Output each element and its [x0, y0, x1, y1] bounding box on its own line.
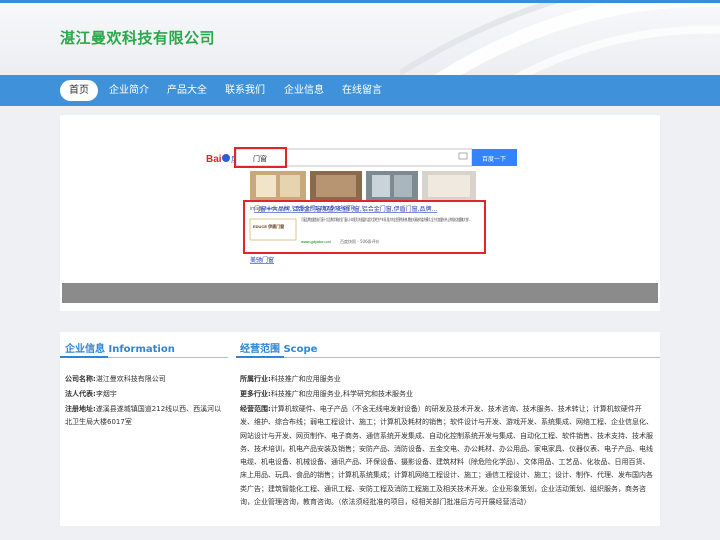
- company-heading: 企业信息 Information: [65, 344, 175, 355]
- banner-caption-bar: [62, 283, 658, 303]
- nav-item-about[interactable]: 企业简介: [104, 80, 154, 101]
- svg-text:门窗十大品牌,铝合金门窗加盟,安全门窗,铝合金门窗,伊盾门窗: 门窗十大品牌,铝合金门窗加盟,安全门窗,铝合金门窗,伊盾门窗,品牌...: [254, 205, 437, 213]
- scope-divider-accent: [236, 356, 284, 358]
- nav-item-products[interactable]: 产品大全: [162, 80, 212, 101]
- site-title[interactable]: 湛江曼欢科技有限公司: [60, 27, 215, 48]
- svg-text:www.gdyidun.cn/: www.gdyidun.cn/: [301, 239, 332, 244]
- svg-text:百度一下: 百度一下: [482, 155, 506, 163]
- nav-item-message[interactable]: 在线留言: [337, 80, 387, 101]
- scope-heading: 经营范围 Scope: [240, 344, 318, 355]
- svg-text:百度快照 - 506条评价: 百度快照 - 506条评价: [340, 238, 380, 244]
- svg-text:EDUCE 伊盾门窗: EDUCE 伊盾门窗: [253, 223, 284, 229]
- scope-text: 经营范围:计算机软硬件、电子产品（不含无线电发射设备）的研发及技术开发、技术咨询…: [240, 405, 653, 507]
- scope-industry: 所属行业:科技推广和应用服务业: [240, 375, 341, 383]
- company-field-address: 注册地址:遂溪县遂城镇国道212线以西、西溪河以北卫生局大楼6017室: [65, 405, 222, 426]
- nav-item-contact[interactable]: 联系我们: [220, 80, 270, 101]
- banner[interactable]: Bai 度 门窗 百度一下 image.baidu.com 查看全部1,282,…: [60, 115, 660, 311]
- nav-item-home[interactable]: 首页: [60, 80, 98, 101]
- company-divider-accent: [60, 356, 108, 358]
- svg-text:门窗品牌加盟首选门窗十大品牌(伊盾安全门窗),小本投资,快速: 门窗品牌加盟首选门窗十大品牌(伊盾安全门窗),小本投资,快速盈利,超大型的生产车…: [301, 216, 471, 222]
- scope-divider: [236, 357, 660, 358]
- image-thumbnails: [250, 171, 476, 201]
- info-panel: 企业信息 Information 公司名称:湛江曼欢科技有限公司 法人代表:李烟…: [60, 332, 660, 526]
- result-logo: [249, 218, 297, 241]
- company-field-name: 公司名称:湛江曼欢科技有限公司: [65, 375, 166, 383]
- header-decoration: [400, 3, 720, 75]
- main-nav: 首页 企业简介 产品大全 联系我们 企业信息 在线留言: [0, 75, 720, 106]
- scope-more-industry: 更多行业:科技推广和应用服务业,科学研究和技术服务业: [240, 390, 414, 398]
- svg-text:门窗: 门窗: [253, 154, 267, 163]
- company-field-legal: 法人代表:李烟宇: [65, 390, 117, 398]
- baidu-logo: Bai: [206, 154, 222, 165]
- nav-item-company-info[interactable]: 企业信息: [279, 80, 329, 101]
- site-header: 湛江曼欢科技有限公司: [0, 3, 720, 75]
- search-input: [235, 148, 473, 167]
- banner-search-screenshot: Bai 度 门窗 百度一下 image.baidu.com 查看全部1,282,…: [206, 147, 517, 264]
- svg-text:美驰门窗: 美驰门窗: [250, 256, 274, 264]
